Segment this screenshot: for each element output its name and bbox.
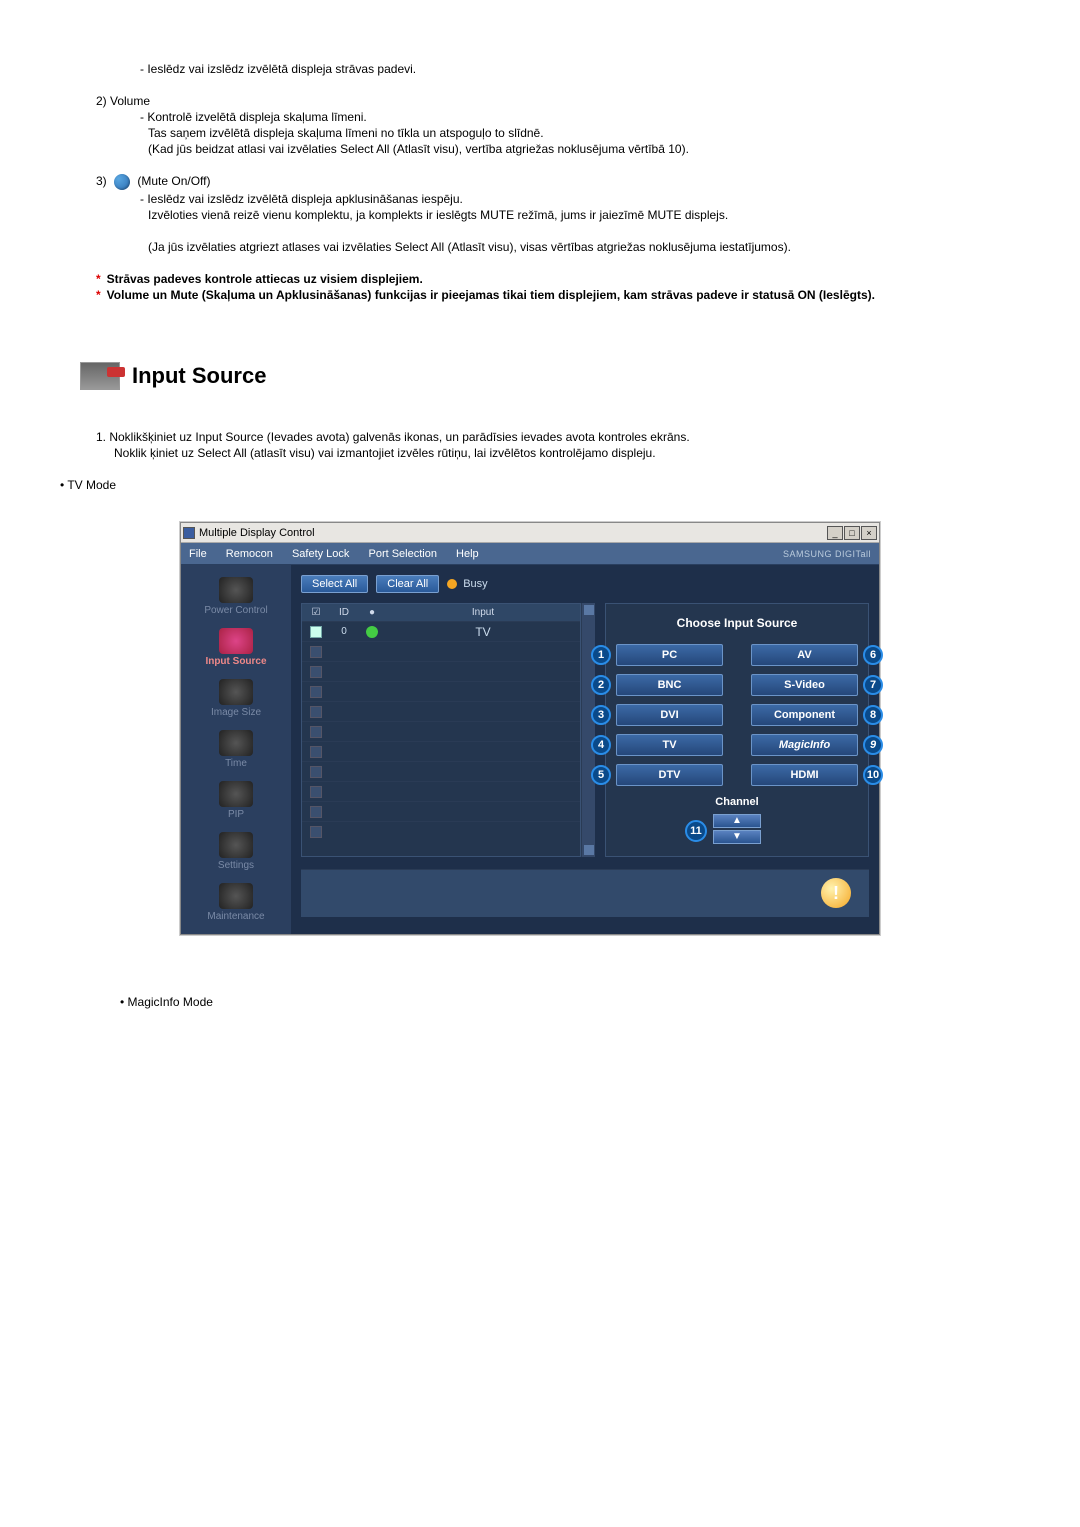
item3-line3: (Ja jūs izvēlaties atgriezt atlases vai … [140, 240, 1020, 254]
menu-file[interactable]: File [189, 548, 207, 560]
input-hdmi[interactable]: HDMI10 [751, 764, 858, 786]
checkbox[interactable] [310, 806, 322, 818]
maximize-button[interactable]: □ [844, 526, 860, 540]
sidebar: Power Control Input Source Image Size Ti… [181, 565, 291, 934]
app-window: Multiple Display Control _ □ × File Remo… [180, 522, 880, 935]
input-component[interactable]: Component8 [751, 704, 858, 726]
menu-safety[interactable]: Safety Lock [292, 548, 349, 560]
th-status: ● [358, 604, 386, 621]
table-scrollbar[interactable] [581, 603, 595, 857]
item3-line1: - Ieslēdz vai izslēdz izvēlētā displeja … [140, 192, 1020, 206]
minimize-button[interactable]: _ [827, 526, 843, 540]
table-row[interactable] [302, 761, 580, 781]
item2-line3: (Kad jūs beidzat atlasi vai izvēlaties S… [140, 142, 1020, 156]
checkbox[interactable] [310, 726, 322, 738]
table-row[interactable] [302, 781, 580, 801]
channel-label: Channel [616, 796, 858, 808]
sidebar-item-maint[interactable]: Maintenance [186, 879, 286, 926]
scroll-up-icon[interactable] [584, 605, 594, 615]
table-row[interactable] [302, 821, 580, 841]
table-row[interactable] [302, 741, 580, 761]
th-input: Input [386, 604, 580, 621]
input-dtv[interactable]: 5DTV [616, 764, 723, 786]
input-source-panel: Choose Input Source 1PC AV6 2BNC S-Video… [605, 603, 869, 857]
menu-port[interactable]: Port Selection [368, 548, 436, 560]
clear-all-button[interactable]: Clear All [376, 575, 439, 593]
menubar: File Remocon Safety Lock Port Selection … [181, 543, 879, 565]
input-bnc[interactable]: 2BNC [616, 674, 723, 696]
input-dvi[interactable]: 3DVI [616, 704, 723, 726]
item3-title: 3) (Mute On/Off) [96, 174, 1020, 190]
brand: SAMSUNG DIGITall [783, 549, 871, 559]
item2-line1: - Kontrolē izvelētā displeja skaļuma līm… [140, 110, 1020, 124]
status-dot [366, 626, 378, 638]
item3-line2: Izvēloties vienā reizē vienu komplektu, … [140, 208, 1020, 222]
checkbox[interactable] [310, 826, 322, 838]
checkbox[interactable] [310, 706, 322, 718]
step1b: Noklik ķiniet uz Select All (atlasīt vis… [96, 446, 1020, 460]
item1-desc: - Ieslēdz vai izslēdz izvēlētā displeja … [140, 62, 1020, 76]
checkbox[interactable] [310, 786, 322, 798]
app-icon [183, 527, 195, 539]
display-table: ☑ ID ● Input 0 TV [301, 603, 581, 857]
table-row[interactable] [302, 721, 580, 741]
checkbox[interactable] [310, 746, 322, 758]
sidebar-item-power[interactable]: Power Control [186, 573, 286, 620]
sidebar-item-time[interactable]: Time [186, 726, 286, 773]
input-tv[interactable]: 4TV [616, 734, 723, 756]
th-check: ☑ [302, 604, 330, 621]
th-id: ID [330, 604, 358, 621]
sidebar-item-pip[interactable]: PIP [186, 777, 286, 824]
sidebar-item-image[interactable]: Image Size [186, 675, 286, 722]
note2: *Volume un Mute (Skaļuma un Apklusināšan… [96, 288, 1020, 302]
tv-mode-label: • TV Mode [60, 478, 1020, 492]
table-row[interactable] [302, 641, 580, 661]
note1: *Strāvas padeves kontrole attiecas uz vi… [96, 272, 1020, 286]
channel-down[interactable]: ▼ [713, 830, 761, 844]
mute-icon [114, 174, 130, 190]
checkbox[interactable] [310, 626, 322, 638]
section-icon [80, 362, 120, 390]
close-button[interactable]: × [861, 526, 877, 540]
step1a: 1. Noklikšķiniet uz Input Source (Ievade… [96, 430, 1020, 444]
table-row[interactable] [302, 701, 580, 721]
sidebar-item-input[interactable]: Input Source [186, 624, 286, 671]
cell-input: TV [386, 622, 580, 642]
table-row[interactable] [302, 801, 580, 821]
input-pc[interactable]: 1PC [616, 644, 723, 666]
select-all-button[interactable]: Select All [301, 575, 368, 593]
section-title: Input Source [132, 363, 266, 389]
cell-id: 0 [330, 623, 358, 640]
input-svideo[interactable]: S-Video7 [751, 674, 858, 696]
table-row[interactable] [302, 661, 580, 681]
item2-line2: Tas saņem izvēlētā displeja skaļuma līme… [140, 126, 1020, 140]
magicinfo-mode-label: • MagicInfo Mode [120, 995, 1020, 1009]
input-av[interactable]: AV6 [751, 644, 858, 666]
channel-up[interactable]: ▲ [713, 814, 761, 828]
scroll-down-icon[interactable] [584, 845, 594, 855]
table-row[interactable] [302, 681, 580, 701]
checkbox[interactable] [310, 666, 322, 678]
menu-remocon[interactable]: Remocon [226, 548, 273, 560]
titlebar: Multiple Display Control _ □ × [181, 523, 879, 543]
panel-title: Choose Input Source [616, 616, 858, 630]
menu-help[interactable]: Help [456, 548, 479, 560]
badge-11: 11 [685, 820, 707, 842]
input-magicinfo[interactable]: MagicInfo9 [751, 734, 858, 756]
info-icon[interactable]: ! [821, 878, 851, 908]
busy-indicator: Busy [447, 578, 487, 590]
checkbox[interactable] [310, 766, 322, 778]
checkbox[interactable] [310, 686, 322, 698]
window-title: Multiple Display Control [199, 527, 315, 539]
item2-title: 2) Volume [96, 94, 1020, 108]
checkbox[interactable] [310, 646, 322, 658]
sidebar-item-settings[interactable]: Settings [186, 828, 286, 875]
table-row[interactable]: 0 TV [302, 621, 580, 641]
